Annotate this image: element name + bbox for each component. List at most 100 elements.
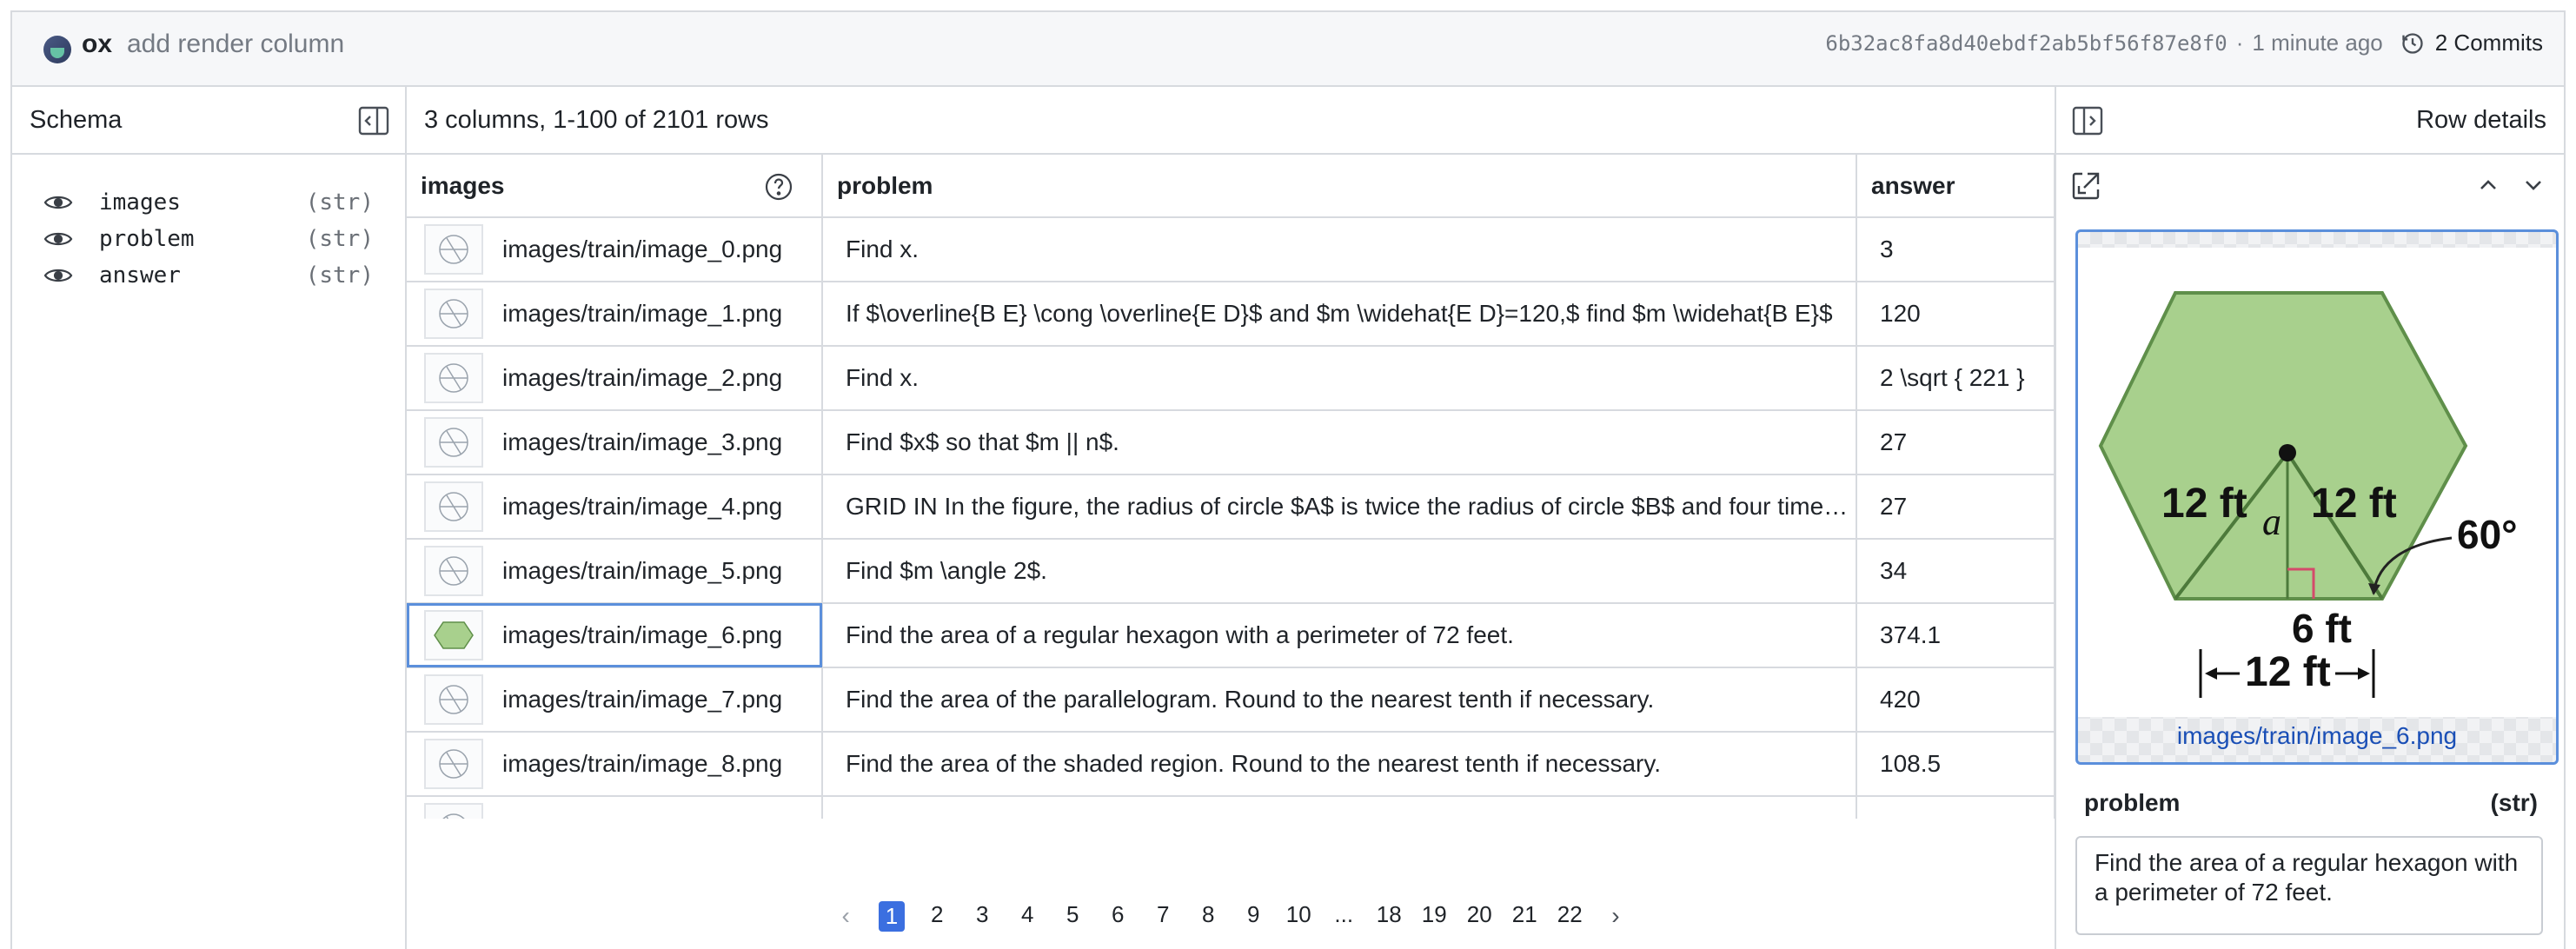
table-row[interactable]: images/train/image_8.png Find the area of…	[407, 732, 2055, 797]
schema-field-name: images	[99, 189, 181, 216]
cell-answer[interactable]: 27	[1856, 410, 2055, 475]
page-button[interactable]: 18	[1376, 901, 1402, 932]
image-thumbnail[interactable]	[424, 224, 483, 275]
cell-problem[interactable]: Find the area of the shaded region. Roun…	[822, 732, 1857, 797]
cell-answer[interactable]: 120	[1856, 282, 2055, 347]
cell-problem[interactable]: Find x.	[822, 217, 1857, 282]
page-button[interactable]: 21	[1511, 901, 1537, 932]
row-details-panel: Row details 12 ft 12 ft a 60° 6 ft 12 ft…	[2055, 87, 2564, 949]
cell-problem[interactable]: Find the area of the parallelogram. Roun…	[822, 667, 1857, 733]
page-button[interactable]: 10	[1285, 901, 1311, 932]
column-header-images[interactable]: images	[407, 155, 823, 218]
eye-icon[interactable]	[43, 192, 73, 213]
cell-image[interactable]: images/train/image_1.png	[407, 282, 823, 347]
cell-image[interactable]: images/train/image_7.png	[407, 667, 823, 733]
cell-answer[interactable]: 374.1	[1856, 603, 2055, 668]
cell-image[interactable]: images/train/image_6.png	[407, 603, 823, 668]
table-row[interactable]: images/train/image_3.png Find $x$ so that…	[407, 410, 2055, 475]
cell-answer[interactable]: 420	[1856, 667, 2055, 733]
prev-page-icon[interactable]: ‹	[841, 902, 849, 930]
table-row[interactable]: images/train/image_4.png GRID IN In the f…	[407, 474, 2055, 540]
column-header-answer[interactable]: answer	[1856, 155, 2055, 218]
table-row[interactable]: images/train/image_2.png Find x. 2 \sqrt {…	[407, 346, 2055, 411]
open-external-icon[interactable]	[2070, 170, 2101, 202]
cell-image[interactable]: images/train/image_4.png	[407, 474, 823, 540]
cell-problem[interactable]: The triangle is inscribed into the circl…	[822, 796, 1857, 819]
schema-title: Schema	[30, 106, 123, 134]
column-header-problem[interactable]: problem	[822, 155, 1857, 218]
image-path: images/train/image_0.png	[502, 236, 783, 262]
table-row[interactable]: images/train/image_6.png Find the area of…	[407, 603, 2055, 668]
table-row[interactable]: images/train/image_5.png Find $m \angle 2…	[407, 539, 2055, 604]
cell-answer[interactable]: 34	[1856, 539, 2055, 604]
page-button[interactable]: 2	[924, 901, 950, 932]
brand-name[interactable]: ox	[82, 30, 112, 59]
image-thumbnail[interactable]	[424, 674, 483, 725]
eye-icon[interactable]	[43, 265, 73, 286]
collapse-details-icon[interactable]	[2072, 106, 2103, 136]
help-icon[interactable]	[764, 172, 793, 202]
page-button[interactable]: 7	[1150, 901, 1176, 932]
image-thumbnail[interactable]	[424, 417, 483, 468]
image-thumbnail[interactable]	[424, 803, 483, 819]
table-info-bar: 3 columns, 1-100 of 2101 rows	[407, 87, 2055, 155]
table-row[interactable]: images/train/image_7.png Find the area of…	[407, 667, 2055, 733]
field-type: (str)	[2490, 789, 2538, 816]
page-button[interactable]: 19	[1421, 901, 1447, 932]
cell-answer[interactable]: 27	[1856, 474, 2055, 540]
collapse-sidebar-icon[interactable]	[358, 106, 389, 136]
cell-answer[interactable]: 12 \pi	[1856, 796, 2055, 819]
page-button[interactable]: 3	[969, 901, 995, 932]
image-thumbnail[interactable]	[424, 353, 483, 403]
table-viewport[interactable]: images problem answer images/train/image…	[407, 155, 2055, 819]
cell-problem[interactable]: Find the area of a regular hexagon with …	[822, 603, 1857, 668]
cell-image[interactable]: images/train/image_2.png	[407, 346, 823, 411]
cell-problem[interactable]: Find x.	[822, 346, 1857, 411]
answer-text: 34	[1880, 557, 1908, 584]
field-value-box[interactable]: Find the area of a regular hexagon with …	[2075, 836, 2543, 935]
cell-image[interactable]: images/train/image_3.png	[407, 410, 823, 475]
cell-problem[interactable]: If $\overline{B E} \cong \overline{E D}$…	[822, 282, 1857, 347]
page-button[interactable]: 22	[1557, 901, 1583, 932]
commits-button[interactable]: 2 Commits	[2400, 30, 2543, 56]
chevron-down-icon[interactable]	[2520, 172, 2546, 198]
row-details-toolbar	[2056, 155, 2564, 217]
image-preview[interactable]: 12 ft 12 ft a 60° 6 ft 12 ft images/trai…	[2075, 229, 2559, 765]
schema-field-type: (str)	[305, 189, 374, 216]
image-thumbnail[interactable]	[424, 739, 483, 789]
figure-label-side-right: 12 ft	[2311, 481, 2397, 527]
image-thumbnail[interactable]	[424, 289, 483, 339]
page-button[interactable]: 20	[1466, 901, 1492, 932]
page-button[interactable]: 5	[1059, 901, 1086, 932]
chevron-up-icon[interactable]	[2475, 172, 2501, 198]
table-row[interactable]: images/train/image_9.png The triangle is …	[407, 796, 2055, 819]
table-row[interactable]: images/train/image_1.png If $\overline{B …	[407, 282, 2055, 347]
page-button[interactable]: 4	[1014, 901, 1040, 932]
cell-answer[interactable]: 108.5	[1856, 732, 2055, 797]
cell-answer[interactable]: 2 \sqrt { 221 }	[1856, 346, 2055, 411]
commit-time: 1 minute ago	[2252, 30, 2383, 56]
cell-problem[interactable]: Find $m \angle 2$.	[822, 539, 1857, 604]
image-path-link[interactable]: images/train/image_6.png	[2078, 722, 2556, 750]
page-button[interactable]: 6	[1105, 901, 1131, 932]
cell-image[interactable]: images/train/image_9.png	[407, 796, 823, 819]
app-window: ox add render column 6b32ac8fa8d40ebdf2a…	[10, 10, 2566, 949]
commit-hash[interactable]: 6b32ac8fa8d40ebdf2ab5bf56f87e8f0	[1825, 31, 2227, 56]
page-button[interactable]: 9	[1240, 901, 1266, 932]
next-page-icon[interactable]: ›	[1611, 902, 1619, 930]
page-button[interactable]: 8	[1195, 901, 1221, 932]
cell-image[interactable]: images/train/image_8.png	[407, 732, 823, 797]
image-thumbnail[interactable]	[424, 610, 483, 660]
cell-answer[interactable]: 3	[1856, 217, 2055, 282]
image-thumbnail[interactable]	[424, 481, 483, 532]
cell-problem[interactable]: GRID IN In the figure, the radius of cir…	[822, 474, 1857, 540]
eye-icon[interactable]	[43, 229, 73, 249]
logo-icon	[43, 36, 71, 63]
schema-field-problem: problem (str)	[43, 221, 374, 257]
image-thumbnail[interactable]	[424, 546, 483, 596]
page-button[interactable]: 1	[878, 900, 906, 932]
cell-problem[interactable]: Find $x$ so that $m || n$.	[822, 410, 1857, 475]
cell-image[interactable]: images/train/image_5.png	[407, 539, 823, 604]
cell-image[interactable]: images/train/image_0.png	[407, 217, 823, 282]
table-row[interactable]: images/train/image_0.png Find x. 3	[407, 217, 2055, 282]
